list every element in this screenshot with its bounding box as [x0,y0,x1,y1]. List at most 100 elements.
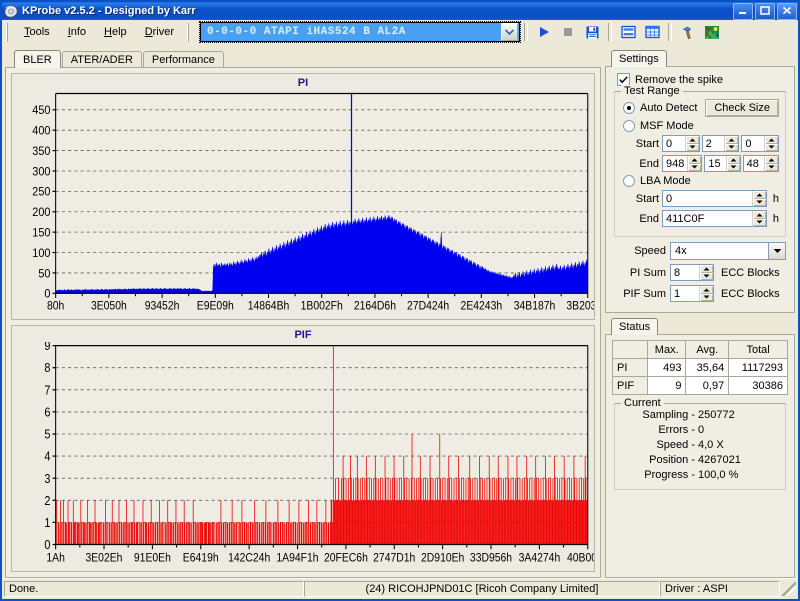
msf-start-minutes-down[interactable] [685,143,699,151]
auto-detect-radio[interactable] [623,102,635,114]
pif-sum-row: PIF Sum 1 ECC Blocks [614,285,786,302]
msf-start-frames-down[interactable] [765,143,779,151]
maximize-button[interactable] [755,2,775,20]
current-progress-value: 100,0 % [698,469,739,481]
lba-end-up[interactable] [752,211,766,219]
msf-start-frames[interactable]: 0 [741,135,780,152]
tab-ater-ader[interactable]: ATER/ADER [61,51,142,67]
pif-sum-input[interactable]: 1 [670,285,714,302]
pi-sum-down[interactable] [700,272,713,280]
tab-performance[interactable]: Performance [142,51,224,67]
lba-mode-label: LBA Mode [640,175,691,187]
msf-start-minutes[interactable]: 0 [662,135,700,152]
pi-sum-input[interactable]: 8 [670,264,714,281]
lba-start-row: Start 0 h [621,190,779,207]
current-progress-row: Progress - 100,0 % [621,468,779,483]
charts-pane: BLER ATER/ADER Performance PI 0 50 100 150 2… [5,49,601,578]
menu-item-driver[interactable]: Driver [136,23,183,41]
msf-mode-row[interactable]: MSF Mode [623,120,779,132]
table-row: PIF 9 0,97 30386 [612,376,788,395]
pi-sum-up[interactable] [700,265,713,273]
chevron-down-icon[interactable] [501,23,519,41]
speed-label: Speed [634,245,666,257]
settings-body: Remove the spike Test Range Auto Detect … [605,66,795,313]
pi-sum-suffix: ECC Blocks [721,266,780,279]
resize-grip[interactable] [782,582,796,596]
lba-start-up[interactable] [752,191,766,199]
auto-detect-label: Auto Detect [640,102,698,114]
msf-mode-label: MSF Mode [640,120,694,132]
msf-end-minutes-down[interactable] [688,163,702,171]
row-label-pif: PIF [612,376,648,395]
status-panel: Status Max. Avg. Total PI 493 35,64 1117… [605,317,795,578]
menu-item-help[interactable]: Help [95,23,136,41]
status-driver: Driver : ASPI [660,581,780,597]
lba-end-label: End [639,212,659,225]
msf-end-frames[interactable]: 48 [742,155,779,172]
tab-bler[interactable]: BLER [14,50,61,68]
chevron-down-icon[interactable] [768,243,785,259]
tab-settings[interactable]: Settings [611,50,667,67]
pi-sum-row: PI Sum 8 ECC Blocks [614,264,786,281]
menu-item-tools[interactable]: Tools [15,23,59,41]
msf-end-frames-up[interactable] [764,156,778,164]
msf-start-seconds[interactable]: 2 [701,135,740,152]
col-max: Max. [646,340,687,359]
tab-status[interactable]: Status [611,318,659,335]
status-disc-id: (24) RICOHJPND01C [Ricoh Company Limited… [304,581,660,597]
msf-end-seconds[interactable]: 15 [704,155,741,172]
start-scan-button[interactable] [533,22,555,42]
col-empty [612,340,648,359]
current-speed-row: Speed - 4,0 X [621,438,779,453]
msf-start-seconds-down[interactable] [725,143,739,151]
stop-scan-button[interactable] [557,22,579,42]
pif-sum-up[interactable] [700,286,713,294]
msf-start-minutes-up[interactable] [685,136,699,144]
list-view-button[interactable] [617,22,639,42]
lba-start-input[interactable]: 0 [662,190,767,207]
speed-select[interactable]: 4x [670,242,786,260]
pi-chart-title: PI [297,77,309,89]
current-speed-label: Speed - [656,439,695,451]
settings-panel: Settings Remove the spike Test Range Aut… [605,49,795,313]
lba-start-down[interactable] [752,198,766,206]
check-size-button[interactable]: Check Size [705,99,779,117]
lba-mode-radio[interactable] [623,175,635,187]
close-button[interactable] [777,2,797,20]
pi-avg-value: 35,64 [685,358,730,377]
msf-start-seconds-up[interactable] [725,136,739,144]
bler-tab-panel: PI 0 50 100 150 200 250 300 350 400 450 80h 3E050h 9… [5,67,601,578]
msf-mode-radio[interactable] [623,120,635,132]
grid-view-button[interactable] [641,22,663,42]
picture-icon[interactable] [701,22,723,42]
test-range-legend: Test Range [621,85,683,97]
msf-start-frames-up[interactable] [765,136,779,144]
current-position-label: Position - [649,454,695,466]
toolbar-gripper[interactable] [187,22,193,42]
current-errors-label: Errors - [658,424,695,436]
msf-end-minutes[interactable]: 948 [662,155,703,172]
save-button[interactable] [581,22,603,42]
pif-max-value: 9 [646,376,687,395]
lba-end-input[interactable]: 411C0F [662,210,767,227]
drive-select[interactable]: 0-0-0-0 ATAPI iHAS524 B AL2A [199,21,522,43]
toolbar-separator-1 [524,23,529,41]
minimize-button[interactable] [733,2,753,20]
hammer-icon[interactable] [677,22,699,42]
msf-end-seconds-up[interactable] [726,156,740,164]
current-errors-value: 0 [698,424,705,436]
menu-gripper[interactable] [6,22,11,42]
msf-end-row: End 948 15 48 [621,155,779,172]
pi-sum-label: PI Sum [629,266,666,279]
settings-tabrow: Settings [605,49,795,67]
pif-sum-down[interactable] [700,293,713,301]
lba-mode-row[interactable]: LBA Mode [623,175,779,187]
msf-end-frames-down[interactable] [764,163,778,171]
lba-end-down[interactable] [752,218,766,226]
status-bar: Done. (24) RICOHJPND01C [Ricoh Company L… [2,578,798,599]
auto-detect-row[interactable]: Auto Detect Check Size [623,99,779,117]
current-sampling-label: Sampling - [642,409,695,421]
msf-end-minutes-up[interactable] [688,156,702,164]
msf-end-seconds-down[interactable] [726,163,740,171]
menu-item-info[interactable]: Info [59,23,95,41]
